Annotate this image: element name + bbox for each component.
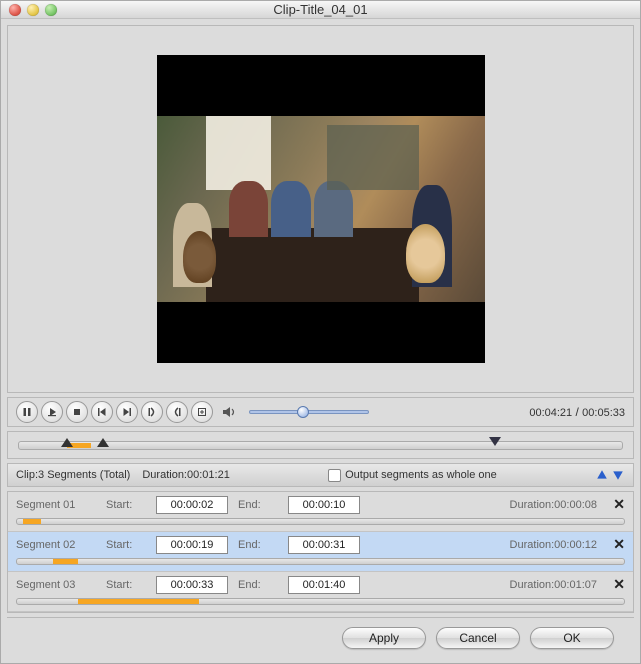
time-total: 00:05:33: [582, 407, 625, 419]
segment-duration: Duration:00:00:08: [510, 499, 597, 511]
minimize-icon[interactable]: [27, 4, 39, 16]
segments-list: Segment 01Start:End:Duration:00:00:08✕Se…: [7, 491, 634, 613]
window-title: Clip-Title_04_01: [1, 2, 640, 17]
move-down-button[interactable]: [611, 468, 625, 482]
segment-row[interactable]: Segment 01 Start: End: Duration:00:00:08 ✕: [8, 492, 633, 532]
delete-segment-button[interactable]: ✕: [613, 576, 625, 593]
content: 00:04:21 / 00:05:33 Clip:3 Segments (Tot…: [1, 19, 640, 663]
start-label: Start:: [106, 539, 146, 551]
apply-button[interactable]: Apply: [342, 627, 426, 649]
video-frame: [157, 116, 485, 302]
window: Clip-Title_04_01: [0, 0, 641, 664]
out-marker-icon[interactable]: [97, 438, 109, 447]
traffic-lights: [9, 4, 57, 16]
button-row: Apply Cancel OK: [7, 617, 634, 657]
segment-duration: Duration:00:01:07: [510, 579, 597, 591]
next-frame-button[interactable]: [116, 401, 138, 423]
segment-track[interactable]: [16, 518, 625, 525]
zoom-icon[interactable]: [45, 4, 57, 16]
titlebar: Clip-Title_04_01: [1, 1, 640, 19]
output-whole-label: Output segments as whole one: [345, 469, 497, 481]
time-display: 00:04:21 / 00:05:33: [529, 405, 625, 419]
total-duration: Duration:00:01:21: [142, 469, 229, 481]
segment-row[interactable]: Segment 02 Start: End: Duration:00:00:12 ✕: [8, 532, 633, 572]
segment-track[interactable]: [16, 598, 625, 605]
volume-icon: [222, 405, 236, 419]
time-current: 00:04:21: [529, 407, 572, 419]
video-area: [7, 25, 634, 393]
volume-slider[interactable]: [249, 410, 369, 414]
ok-button[interactable]: OK: [530, 627, 614, 649]
move-up-button[interactable]: [595, 468, 609, 482]
in-marker-icon[interactable]: [61, 438, 73, 447]
info-row: Clip:3 Segments (Total) Duration:00:01:2…: [7, 463, 634, 487]
volume-slider-thumb[interactable]: [297, 406, 309, 418]
cancel-button[interactable]: Cancel: [436, 627, 520, 649]
set-out-button[interactable]: [166, 401, 188, 423]
end-label: End:: [238, 539, 278, 551]
checkbox-box-icon[interactable]: [328, 469, 341, 482]
segment-row[interactable]: Segment 03 Start: End: Duration:00:01:07 ✕: [8, 572, 633, 612]
start-label: Start:: [106, 579, 146, 591]
end-input[interactable]: [288, 496, 360, 514]
segment-track[interactable]: [16, 558, 625, 565]
start-input[interactable]: [156, 576, 228, 594]
delete-segment-button[interactable]: ✕: [613, 536, 625, 553]
segment-track-fill: [78, 599, 199, 604]
timeline-track[interactable]: [18, 441, 623, 450]
start-label: Start:: [106, 499, 146, 511]
segment-track-fill: [23, 519, 41, 524]
new-segment-button[interactable]: [191, 401, 213, 423]
clip-segments-label: Clip:3 Segments (Total): [16, 469, 130, 481]
stop-button[interactable]: [66, 401, 88, 423]
end-label: End:: [238, 579, 278, 591]
segment-name: Segment 01: [16, 499, 96, 511]
segment-track-fill: [53, 559, 77, 564]
segment-duration: Duration:00:00:12: [510, 539, 597, 551]
set-in-button[interactable]: [141, 401, 163, 423]
video-canvas[interactable]: [157, 55, 485, 363]
segment-name: Segment 03: [16, 579, 96, 591]
close-icon[interactable]: [9, 4, 21, 16]
end-label: End:: [238, 499, 278, 511]
end-input[interactable]: [288, 536, 360, 554]
output-whole-checkbox[interactable]: Output segments as whole one: [328, 469, 497, 482]
prev-frame-button[interactable]: [91, 401, 113, 423]
playhead-icon[interactable]: [489, 437, 501, 446]
pause-button[interactable]: [16, 401, 38, 423]
start-input[interactable]: [156, 536, 228, 554]
end-input[interactable]: [288, 576, 360, 594]
player-controls: 00:04:21 / 00:05:33: [7, 397, 634, 427]
delete-segment-button[interactable]: ✕: [613, 496, 625, 513]
segment-name: Segment 02: [16, 539, 96, 551]
start-input[interactable]: [156, 496, 228, 514]
timeline[interactable]: [7, 431, 634, 459]
play-current-button[interactable]: [41, 401, 63, 423]
